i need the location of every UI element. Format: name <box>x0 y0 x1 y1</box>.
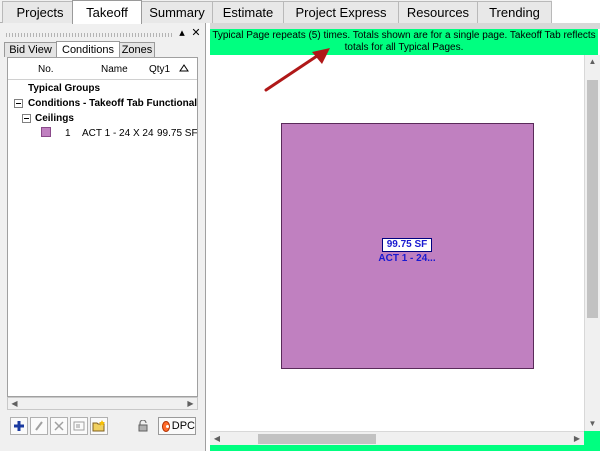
subgroup-row[interactable]: Ceilings <box>8 111 197 126</box>
typical-groups-row[interactable]: Typical Groups <box>8 81 197 96</box>
group-label: Conditions - Takeoff Tab Functionality <box>28 98 198 109</box>
tab-trending[interactable]: Trending <box>477 1 552 23</box>
condition-name: ACT 1 - 24 X 24 <box>82 128 154 139</box>
vertical-scroll-thumb[interactable] <box>587 80 598 318</box>
tab-zones[interactable]: Zones <box>119 42 155 57</box>
add-condition-button[interactable] <box>10 417 28 435</box>
dpc-label: DPC <box>171 420 195 432</box>
new-folder-icon <box>92 420 105 432</box>
conditions-toolbar: DPC <box>10 417 202 439</box>
annotation-arrow-icon <box>264 48 330 92</box>
condition-no: 1 <box>65 128 71 139</box>
edit-icon <box>35 421 43 431</box>
dpc-button[interactable]: DPC <box>158 417 196 435</box>
collapse-icon[interactable] <box>22 114 31 123</box>
typical-page-border-bottom <box>210 445 600 451</box>
scroll-right-icon[interactable]: ▶ <box>184 398 197 409</box>
tab-estimate[interactable]: Estimate <box>212 1 284 23</box>
close-icon[interactable]: ✕ <box>190 26 202 40</box>
scroll-left-icon[interactable]: ◀ <box>8 398 21 409</box>
collapse-icon[interactable] <box>14 99 23 108</box>
drag-grip[interactable] <box>6 33 174 37</box>
new-folder-button[interactable] <box>90 417 108 435</box>
tab-resources[interactable]: Resources <box>398 1 478 23</box>
conditions-grid: No. Name Qty1 Typical Groups Conditions … <box>7 57 198 397</box>
canvas-horizontal-scrollbar[interactable]: ◀ ▶ <box>210 431 584 445</box>
column-header-no[interactable]: No. <box>38 64 54 75</box>
column-header-name[interactable]: Name <box>101 64 128 75</box>
edit-condition-button[interactable] <box>30 417 48 435</box>
lock-icon <box>138 420 148 432</box>
main-tab-bar: Projects Takeoff Summary Estimate Projec… <box>0 0 552 24</box>
lock-button[interactable] <box>134 417 152 435</box>
dpc-icon <box>162 420 170 432</box>
condition-row[interactable]: 1 ACT 1 - 24 X 24 99.75 SF <box>8 126 198 141</box>
add-icon <box>14 421 24 431</box>
grid-header: No. Name Qty1 <box>8 58 197 80</box>
typical-groups-label: Typical Groups <box>28 83 101 94</box>
copy-icon <box>73 421 85 431</box>
scroll-right-icon[interactable]: ▶ <box>570 432 584 446</box>
copy-condition-button[interactable] <box>70 417 88 435</box>
tab-project-express[interactable]: Project Express <box>283 1 399 23</box>
condition-color-swatch <box>41 127 51 137</box>
subgroup-label: Ceilings <box>35 113 74 124</box>
tab-summary[interactable]: Summary <box>141 1 213 23</box>
panel-titlebar: ▴ ✕ <box>0 26 206 40</box>
condition-qty: 99.75 SF <box>157 128 198 139</box>
region-quantity-label: 99.75 SF <box>382 238 432 252</box>
tab-conditions[interactable]: Conditions <box>56 41 120 57</box>
grid-horizontal-scrollbar[interactable]: ◀ ▶ <box>7 397 198 410</box>
sort-ascending-icon[interactable] <box>179 63 189 73</box>
region-name-label: ACT 1 - 24... <box>378 253 436 264</box>
horizontal-scroll-thumb[interactable] <box>258 434 376 444</box>
canvas-vertical-scrollbar[interactable]: ▲ ▼ <box>584 55 600 431</box>
scroll-up-icon[interactable]: ▲ <box>585 55 600 69</box>
pin-icon[interactable]: ▴ <box>176 26 188 40</box>
conditions-panel: ▴ ✕ Bid View Conditions Zones No. Name Q… <box>0 23 206 451</box>
tab-bid-view[interactable]: Bid View <box>4 42 57 57</box>
tab-projects[interactable]: Projects <box>2 1 78 23</box>
group-row[interactable]: Conditions - Takeoff Tab Functionality <box>8 96 198 111</box>
scroll-down-icon[interactable]: ▼ <box>585 417 600 431</box>
tab-takeoff[interactable]: Takeoff <box>72 0 142 24</box>
delete-condition-button[interactable] <box>50 417 68 435</box>
panel-sub-tabs: Bid View Conditions Zones <box>4 41 204 57</box>
delete-icon <box>54 421 64 431</box>
scroll-left-icon[interactable]: ◀ <box>210 432 224 446</box>
column-header-qty[interactable]: Qty1 <box>149 64 170 75</box>
